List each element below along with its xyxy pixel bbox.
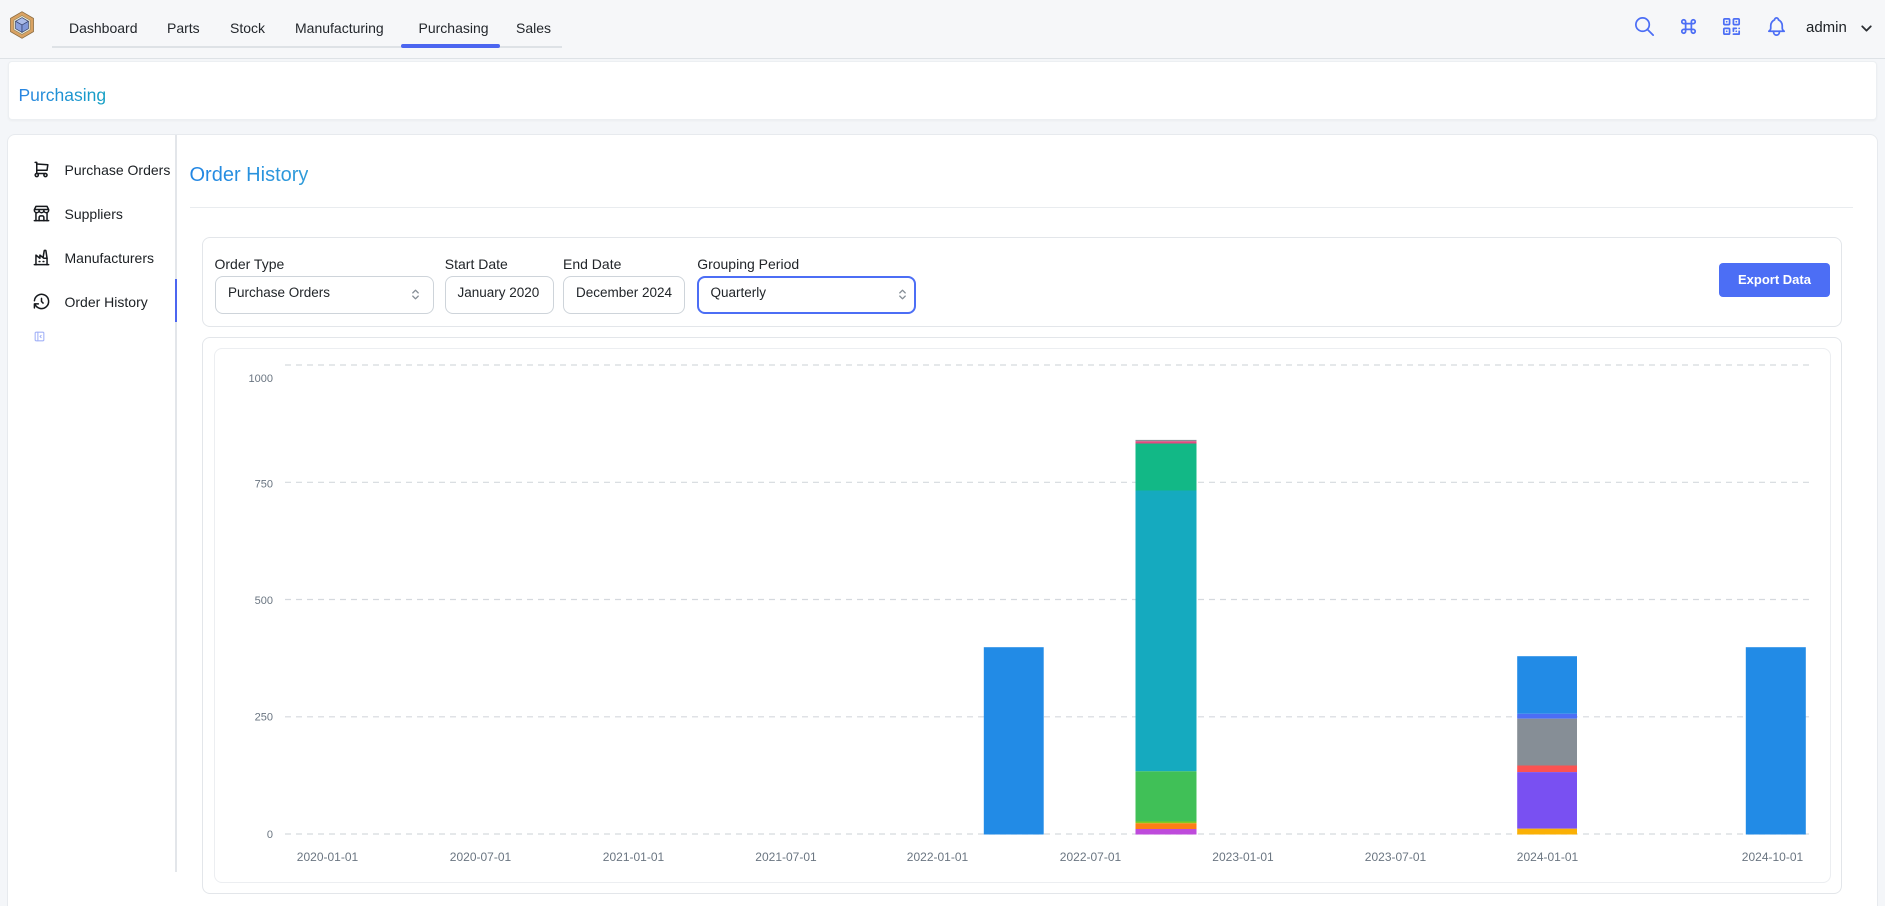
svg-text:2023-01-01: 2023-01-01 — [1212, 850, 1274, 864]
svg-text:2022-01-01: 2022-01-01 — [906, 850, 968, 864]
svg-text:1000: 1000 — [248, 373, 272, 385]
svg-text:250: 250 — [254, 712, 272, 724]
svg-text:0: 0 — [266, 829, 272, 841]
svg-text:2022-07-01: 2022-07-01 — [1059, 850, 1121, 864]
svg-text:500: 500 — [254, 595, 272, 607]
svg-text:750: 750 — [254, 478, 272, 490]
svg-text:2021-07-01: 2021-07-01 — [755, 850, 817, 864]
svg-text:2020-07-01: 2020-07-01 — [449, 850, 511, 864]
svg-text:2021-01-01: 2021-01-01 — [602, 850, 664, 864]
svg-text:2024-10-01: 2024-10-01 — [1741, 850, 1803, 864]
svg-text:2020-01-01: 2020-01-01 — [296, 850, 358, 864]
svg-text:2023-07-01: 2023-07-01 — [1364, 850, 1426, 864]
svg-text:2024-01-01: 2024-01-01 — [1516, 850, 1578, 864]
